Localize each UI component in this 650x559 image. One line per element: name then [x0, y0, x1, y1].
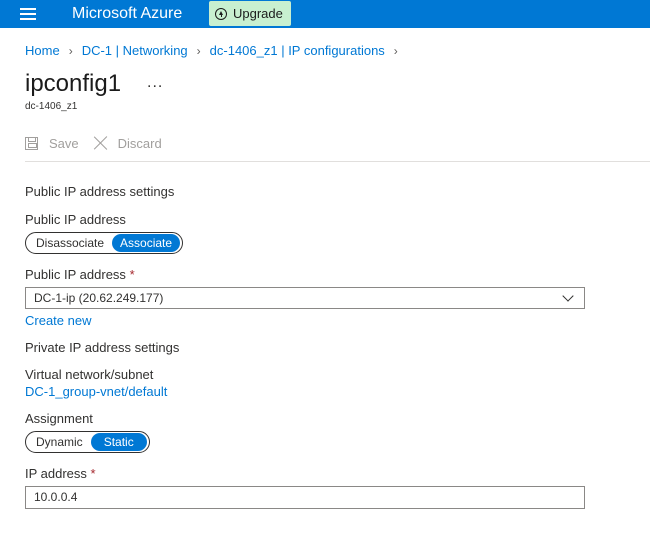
save-icon [25, 136, 38, 150]
breadcrumb-networking[interactable]: DC-1 | Networking [82, 43, 188, 58]
static-option[interactable]: Static [90, 433, 147, 451]
vnet-label: Virtual network/subnet [25, 367, 154, 382]
chevron-down-icon [562, 290, 574, 302]
public-ip-select-label-text: Public IP address [25, 267, 126, 282]
public-ip-toggle-label: Public IP address [25, 212, 126, 227]
close-icon [93, 135, 109, 151]
divider [25, 161, 650, 162]
private-ip-section-title: Private IP address settings [25, 340, 180, 355]
assignment-toggle: Dynamic Static [25, 431, 150, 453]
ip-address-label: IP address * [25, 466, 96, 481]
chevron-right-icon: › [68, 43, 73, 58]
required-marker: * [90, 466, 96, 481]
public-ip-section-title: Public IP address settings [25, 184, 175, 199]
save-label: Save [49, 135, 79, 151]
disassociate-option[interactable]: Disassociate [28, 234, 112, 252]
page-subtitle: dc-1406_z1 [25, 101, 78, 112]
app-title[interactable]: Microsoft Azure [72, 5, 182, 23]
ip-address-label-text: IP address [25, 466, 87, 481]
assignment-label: Assignment [25, 411, 93, 426]
breadcrumb: Home › DC-1 | Networking › dc-1406_z1 | … [25, 43, 407, 58]
vnet-link[interactable]: DC-1_group-vnet/default [25, 384, 167, 399]
upgrade-button[interactable]: Upgrade [209, 1, 291, 26]
discard-label: Discard [117, 135, 162, 151]
discard-button[interactable]: Discard [93, 135, 162, 151]
public-ip-dropdown-value: DC-1-ip (20.62.249.177) [34, 291, 164, 305]
upgrade-label: Upgrade [233, 6, 283, 21]
page-title: ipconfig1 [25, 70, 122, 97]
chevron-right-icon: › [196, 43, 201, 58]
breadcrumb-ip-configurations[interactable]: dc-1406_z1 | IP configurations [210, 43, 385, 58]
dynamic-option[interactable]: Dynamic [28, 433, 91, 451]
arrow-up-circle-icon [215, 7, 227, 20]
associate-option[interactable]: Associate [112, 234, 181, 252]
top-bar: Microsoft Azure Upgrade [0, 0, 650, 28]
create-new-link[interactable]: Create new [25, 313, 91, 328]
more-options-button[interactable]: ... [147, 74, 163, 92]
command-bar: Save Discard [25, 135, 176, 151]
chevron-right-icon: › [393, 43, 398, 58]
public-ip-dropdown[interactable]: DC-1-ip (20.62.249.177) [25, 287, 585, 309]
ip-address-input[interactable]: 10.0.0.4 [25, 486, 585, 509]
breadcrumb-home[interactable]: Home [25, 43, 60, 58]
hamburger-icon[interactable] [20, 8, 36, 20]
required-marker: * [129, 267, 135, 282]
save-button[interactable]: Save [25, 136, 79, 151]
public-ip-toggle: Disassociate Associate [25, 232, 184, 254]
public-ip-select-label: Public IP address * [25, 267, 135, 282]
